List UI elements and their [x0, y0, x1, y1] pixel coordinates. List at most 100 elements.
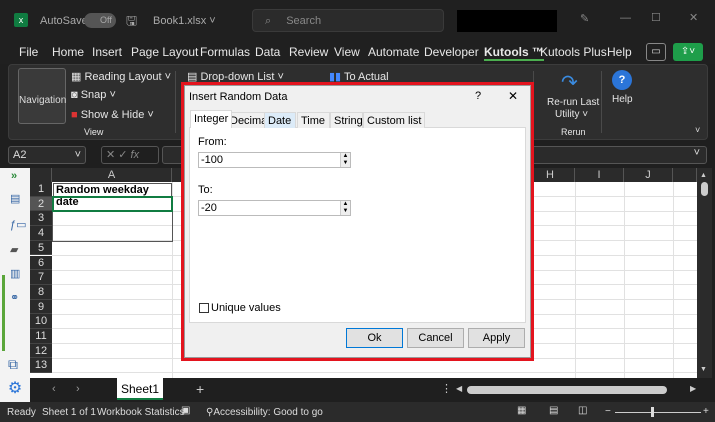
menu-insert[interactable]: Insert	[92, 45, 122, 59]
select-all-corner[interactable]	[30, 168, 52, 182]
name-manager-icon[interactable]: ƒ▭	[10, 218, 27, 231]
from-label: From:	[198, 136, 227, 148]
row-header-8[interactable]: 8	[30, 284, 52, 300]
vertical-scroll-thumb[interactable]	[701, 182, 708, 196]
page-layout-view-icon[interactable]: ▤	[549, 405, 558, 416]
menu-file[interactable]: File	[19, 45, 38, 59]
column-list-icon[interactable]: ▥	[10, 267, 20, 280]
column-header-k[interactable]	[673, 168, 697, 182]
menu-developer[interactable]: Developer	[424, 45, 479, 59]
show-hide-button[interactable]: ■ Show & Hide ˅	[71, 109, 154, 121]
cell-a1[interactable]: Random weekday date	[53, 183, 172, 208]
close-window-icon[interactable]: ✕	[689, 11, 698, 24]
unique-values-checkbox[interactable]	[199, 303, 209, 313]
horizontal-scroll-thumb[interactable]	[467, 386, 667, 394]
popout-icon[interactable]: ⧉	[8, 356, 18, 373]
menu-page-layout[interactable]: Page Layout	[131, 45, 198, 59]
ok-button[interactable]: Ok	[346, 328, 403, 348]
row-header-6[interactable]: 6	[30, 255, 52, 271]
column-header-j[interactable]: J	[624, 168, 673, 182]
sheet-tab-bar: ⚙ ‹ › Sheet1 + ⋮ ◀ ▶	[0, 378, 715, 402]
expand-pane-icon[interactable]: »	[11, 170, 17, 182]
row-header-11[interactable]: 11	[30, 329, 52, 344]
accessibility-status[interactable]: ⚲Accessibility: Good to go	[206, 407, 323, 418]
add-sheet-button[interactable]: +	[196, 381, 204, 397]
row-header-2[interactable]: 2	[30, 196, 52, 212]
menu-formulas[interactable]: Formulas	[200, 45, 250, 59]
workbook-sheet-icon[interactable]: ▤	[10, 192, 20, 205]
to-input[interactable]: -20 ▲ ▼	[198, 200, 351, 216]
zoom-slider[interactable]: − +	[605, 406, 711, 418]
help-button[interactable]: Help	[612, 94, 633, 105]
zoom-slider-thumb[interactable]	[651, 407, 654, 417]
name-box[interactable]: A2 ˅	[8, 146, 86, 164]
unique-values-label[interactable]: Unique values	[211, 302, 281, 314]
comments-button[interactable]: ▭	[646, 43, 666, 61]
scroll-down-icon[interactable]: ▼	[700, 366, 707, 373]
column-header-a[interactable]: A	[52, 168, 172, 182]
row-header-7[interactable]: 7	[30, 270, 52, 285]
more-options-icon[interactable]: ⋮	[441, 382, 452, 395]
save-icon[interactable]: 🖫	[126, 12, 137, 34]
tab-date[interactable]: Date	[264, 112, 296, 128]
to-spinner[interactable]: ▲ ▼	[340, 201, 350, 215]
column-header-i[interactable]: I	[575, 168, 624, 182]
workbook-statistics[interactable]: Workbook Statistics	[97, 407, 185, 418]
menu-review[interactable]: Review	[289, 45, 328, 59]
find-replace-icon[interactable]: ⚭	[10, 291, 19, 304]
dialog-close-button[interactable]: ✕	[508, 89, 518, 103]
row-header-9[interactable]: 9	[30, 299, 52, 315]
scroll-up-icon[interactable]: ▲	[700, 172, 707, 179]
filename[interactable]: Book1.xlsx ˅	[153, 15, 216, 27]
menu-kutools-plus[interactable]: Kutools Plus	[540, 45, 607, 59]
macro-recording-icon[interactable]: ▣	[181, 405, 190, 416]
row-header-12[interactable]: 12	[30, 343, 52, 359]
collapse-ribbon-icon[interactable]: ˅	[695, 125, 700, 135]
settings-gear-icon[interactable]: ⚙	[0, 378, 30, 402]
rerun-button[interactable]: Re-run Last	[547, 97, 599, 108]
from-input[interactable]: -100 ▲ ▼	[198, 152, 351, 168]
cancel-button[interactable]: Cancel	[407, 328, 464, 348]
row-header-4[interactable]: 4	[30, 226, 52, 241]
maximize-icon[interactable]: ☐	[651, 11, 661, 24]
menu-data[interactable]: Data	[255, 45, 280, 59]
menu-help[interactable]: Help	[607, 45, 632, 59]
navigation-button[interactable]: Navigation	[18, 68, 66, 124]
row-header-3[interactable]: 3	[30, 211, 52, 227]
row-header-13[interactable]: 13	[30, 358, 52, 374]
normal-view-icon[interactable]: ▦	[517, 405, 526, 416]
row-header-1[interactable]: 1	[30, 182, 52, 197]
autotext-icon[interactable]: ▰	[10, 243, 18, 256]
from-spinner[interactable]: ▲ ▼	[340, 153, 350, 167]
next-sheet-icon[interactable]: ›	[76, 383, 80, 395]
menu-kutools[interactable]: Kutools ™	[484, 45, 544, 61]
autosave-toggle[interactable]: Off	[84, 13, 116, 28]
pen-icon[interactable]: ✎	[580, 12, 589, 25]
tab-time[interactable]: Time	[297, 112, 330, 128]
share-button[interactable]: ⇪˅	[673, 43, 703, 61]
sheet-tab-sheet1[interactable]: Sheet1	[117, 378, 163, 400]
minimize-icon[interactable]: —	[620, 12, 631, 24]
dialog-help-button[interactable]: ?	[475, 90, 481, 102]
fx-icon[interactable]: fx	[131, 149, 140, 161]
reading-layout-button[interactable]: ▦ Reading Layout ˅	[71, 70, 171, 83]
page-break-view-icon[interactable]: ◫	[578, 405, 587, 416]
tab-custom-list[interactable]: Custom list	[363, 112, 426, 128]
vertical-scrollbar[interactable]: ▲ ▼	[697, 168, 712, 378]
row-header-5[interactable]: 5	[30, 240, 52, 256]
menu-home[interactable]: Home	[52, 45, 84, 59]
search-box[interactable]: ⌕ Search	[252, 9, 444, 32]
cell-range-a3-a4[interactable]	[52, 212, 173, 242]
utility-label[interactable]: Utility ˅	[555, 109, 588, 120]
row-header-10[interactable]: 10	[30, 314, 52, 329]
tab-integer[interactable]: Integer	[190, 110, 233, 128]
horizontal-scrollbar[interactable]: ◀ ▶	[456, 384, 701, 395]
tab-string[interactable]: String	[330, 112, 363, 128]
prev-sheet-icon[interactable]: ‹	[52, 383, 56, 395]
pane-resize-handle[interactable]	[2, 275, 5, 351]
menu-view[interactable]: View	[334, 45, 360, 59]
menu-automate[interactable]: Automate	[368, 45, 419, 59]
cell-a2-selected[interactable]	[52, 196, 173, 212]
snap-button[interactable]: ◙ Snap ˅	[71, 89, 116, 101]
apply-button[interactable]: Apply	[468, 328, 525, 348]
